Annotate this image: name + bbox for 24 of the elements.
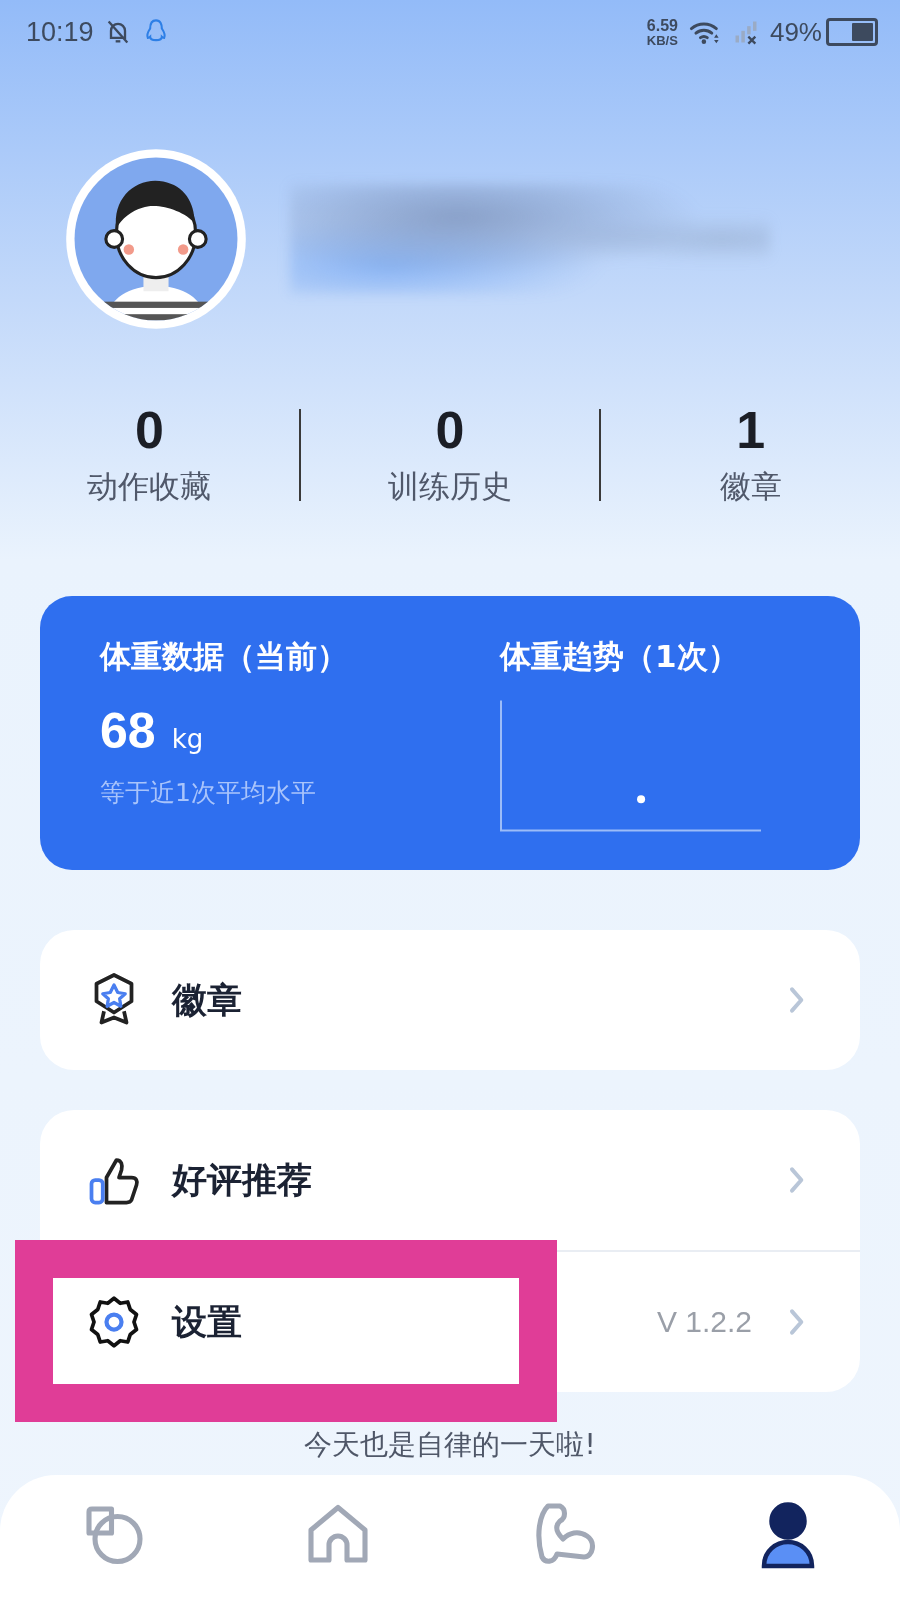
battery-percent: 49%	[769, 16, 822, 48]
menu-item[interactable]: 徽章	[40, 930, 860, 1070]
motto-text: 今天也是自律的一天啦!	[303, 1427, 597, 1463]
chevron-right-icon	[788, 1164, 804, 1196]
clock-time: 10:19	[26, 16, 94, 48]
menu-item[interactable]: 好评推荐	[40, 1110, 860, 1250]
weight-value: 68	[100, 702, 156, 760]
speed-unit: KB/S	[646, 33, 678, 47]
weight-unit: kg	[171, 724, 204, 754]
stat-value: 0	[434, 402, 466, 460]
stat-label: 徽章	[718, 466, 783, 506]
card-title: 体重数据（当前）	[100, 637, 349, 676]
stat-value: 0	[133, 402, 165, 460]
weight-note: 等于近1次平均水平	[100, 777, 317, 809]
menu-item[interactable]: 设置 V 1.2.2	[40, 1250, 860, 1392]
chevron-right-icon	[788, 984, 804, 1016]
stat-value: 1	[735, 402, 767, 460]
network-speed: 6.59	[646, 17, 678, 34]
weight-card[interactable]: 体重数据（当前） 68 kg 等于近1次平均水平 体重趋势（1次）	[40, 596, 860, 870]
card-title: 体重趋势（1次）	[500, 637, 740, 676]
stat-label: 训练历史	[387, 466, 513, 506]
stat-label: 动作收藏	[86, 466, 213, 506]
chevron-right-icon	[788, 1306, 804, 1338]
battery-icon	[826, 18, 878, 46]
